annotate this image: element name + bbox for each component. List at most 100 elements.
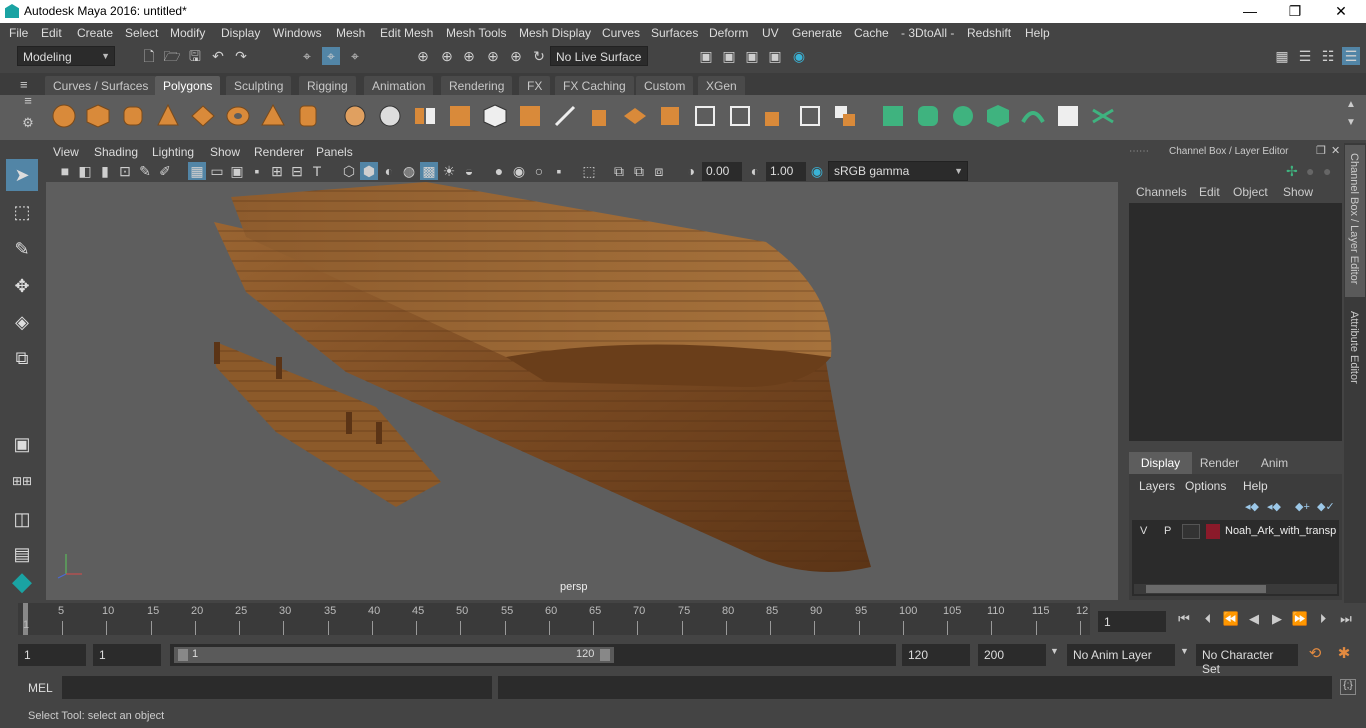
menu-windows[interactable]: Windows (273, 26, 322, 40)
smooth-icon[interactable] (446, 102, 474, 130)
manipulator-icon[interactable]: ✢ (1286, 163, 1298, 180)
uv-editor-icon[interactable] (1054, 102, 1082, 130)
wireframe-icon[interactable]: ⬡ (340, 162, 358, 180)
mel-input[interactable] (62, 676, 492, 699)
menu-edit-mesh[interactable]: Edit Mesh (380, 26, 433, 40)
perspective-viewport[interactable]: persp (46, 182, 1118, 600)
poly-cube-icon[interactable] (84, 102, 112, 130)
tab-xgen[interactable]: XGen (698, 76, 745, 95)
auto-key-icon[interactable]: ⟲ (1306, 644, 1324, 662)
tab-channel-box-vertical[interactable]: Channel Box / Layer Editor (1345, 145, 1365, 297)
gamma-field[interactable]: 1.00 (766, 162, 806, 181)
uv-automatic-icon[interactable] (984, 102, 1012, 130)
field-chart-icon[interactable]: ⊞ (268, 162, 286, 180)
menu-modify[interactable]: Modify (170, 26, 205, 40)
boolean-icon[interactable] (831, 102, 859, 130)
menu-uv[interactable]: UV (762, 26, 779, 40)
snap-curve-icon[interactable]: ⊕ (438, 47, 456, 65)
bevel-icon[interactable] (516, 102, 544, 130)
menu-deform[interactable]: Deform (709, 26, 748, 40)
layer-display-type[interactable] (1182, 524, 1200, 539)
shelf-menu-icon[interactable]: ≡ (20, 77, 28, 92)
snap-live-icon[interactable]: ↻ (530, 47, 548, 65)
paint-select-tool-icon[interactable]: ✎ (6, 233, 38, 265)
film-gate-icon[interactable]: ▭ (208, 162, 226, 180)
range-start-grip[interactable] (178, 649, 188, 661)
time-ruler[interactable]: 1 5 10 15 20 25 30 35 40 45 50 55 60 65 70 75 80 85 90 95 1… (18, 603, 1090, 635)
menu-create[interactable]: Create (77, 26, 113, 40)
redo-icon[interactable]: ↷ (232, 47, 250, 65)
step-back-frame-icon[interactable]: ⏪ (1222, 611, 1240, 627)
play-forward-icon[interactable]: ▶ (1268, 611, 1286, 627)
poly-plane-icon[interactable] (189, 102, 217, 130)
range-end-grip[interactable] (600, 649, 610, 661)
attribute-editor-icon[interactable]: ☰ (1296, 47, 1314, 65)
chevron-down-icon[interactable]: ▼ (1050, 646, 1059, 656)
image-plane-icon[interactable]: ⊡ (116, 162, 134, 180)
anim-layer-selector[interactable]: No Anim Layer (1067, 644, 1175, 666)
menu-3dtoall[interactable]: - 3DtoAll - (901, 26, 954, 40)
tab-render-layers[interactable]: Render (1192, 452, 1247, 474)
move-layer-up-icon[interactable]: ◂◆ (1245, 500, 1259, 513)
render-frame-icon[interactable]: ▣ (720, 47, 738, 65)
new-empty-layer-icon[interactable]: ◆+ (1295, 500, 1310, 513)
anti-aliasing-icon[interactable]: ○ (530, 162, 548, 180)
menu-select[interactable]: Select (125, 26, 158, 40)
target-weld-icon[interactable] (796, 102, 824, 130)
channel-list[interactable] (1129, 203, 1342, 441)
combine-icon[interactable] (341, 102, 369, 130)
mode-selector[interactable]: Modeling ▼ (17, 46, 115, 66)
menu-edit[interactable]: Edit (41, 26, 62, 40)
tab-animation[interactable]: Animation (364, 76, 434, 95)
mel-label[interactable]: MEL (28, 681, 53, 695)
two-view-icon[interactable]: ◫ (6, 503, 38, 535)
new-scene-icon[interactable]: 🗋 (140, 47, 158, 65)
move-tool-icon[interactable]: ✥ (6, 270, 38, 302)
menu-mesh[interactable]: Mesh (336, 26, 365, 40)
maximize-button[interactable]: ❐ (1272, 0, 1318, 23)
snap-view-icon[interactable]: ⊕ (484, 47, 502, 65)
playback-start-field[interactable]: 1 (93, 644, 161, 666)
textured-icon[interactable]: ▩ (420, 162, 438, 180)
wireframe-on-shaded-icon[interactable]: ◐ (380, 162, 398, 180)
insert-loop-icon[interactable] (691, 102, 719, 130)
menu-object[interactable]: Object (1233, 185, 1268, 199)
select-object-icon[interactable]: ⌖ (322, 47, 340, 65)
uv-planar-icon[interactable] (879, 102, 907, 130)
float-panel-icon[interactable]: ❐ (1316, 144, 1326, 157)
extrude-icon[interactable] (586, 102, 614, 130)
tab-rendering[interactable]: Rendering (441, 76, 513, 95)
poly-torus-icon[interactable] (224, 102, 252, 130)
scene-end-field[interactable]: 200 (978, 644, 1046, 666)
tab-attribute-editor-vertical[interactable]: Attribute Editor (1345, 303, 1365, 403)
go-to-start-icon[interactable]: ⏮ (1175, 611, 1193, 627)
tab-fx-caching[interactable]: FX Caching (555, 76, 634, 95)
xray-components-icon[interactable]: ⧈ (650, 162, 668, 180)
layer-name[interactable]: Noah_Ark_with_transp (1225, 525, 1336, 537)
ambient-occlusion-icon[interactable]: ● (490, 162, 508, 180)
menu-display[interactable]: Display (221, 26, 260, 40)
range-slider-handle[interactable]: 1 120 (174, 647, 614, 663)
layer-playback-toggle[interactable]: P (1164, 525, 1171, 537)
menu-cache[interactable]: Cache (854, 26, 889, 40)
chevron-down-icon[interactable]: ▼ (1180, 646, 1189, 656)
open-scene-icon[interactable]: 🗁 (163, 47, 181, 65)
grease-pencil-icon[interactable]: ✎ (136, 162, 154, 180)
select-component-icon[interactable]: ⌖ (346, 47, 364, 65)
step-forward-frame-icon[interactable]: ⏩ (1291, 611, 1309, 627)
tab-custom[interactable]: Custom (636, 76, 694, 95)
xray-joints-icon[interactable]: ⧉ (610, 162, 628, 180)
rotate-tool-icon[interactable]: ◈ (6, 306, 38, 338)
poly-cylinder-icon[interactable] (119, 102, 147, 130)
poly-pyramid-icon[interactable] (259, 102, 287, 130)
snap-point-icon[interactable]: ⊕ (460, 47, 478, 65)
shelf-scroll-up-icon[interactable]: ▲ (1346, 99, 1356, 110)
menu-mesh-tools[interactable]: Mesh Tools (446, 26, 506, 40)
menu-channels[interactable]: Channels (1136, 185, 1187, 199)
tool-settings-icon[interactable]: ☷ (1319, 47, 1337, 65)
uv-cylindrical-icon[interactable] (914, 102, 942, 130)
undo-icon[interactable]: ↶ (209, 47, 227, 65)
tab-display-layers[interactable]: Display (1129, 452, 1192, 474)
shadows-icon[interactable]: ◒ (460, 162, 478, 180)
offset-loop-icon[interactable] (726, 102, 754, 130)
